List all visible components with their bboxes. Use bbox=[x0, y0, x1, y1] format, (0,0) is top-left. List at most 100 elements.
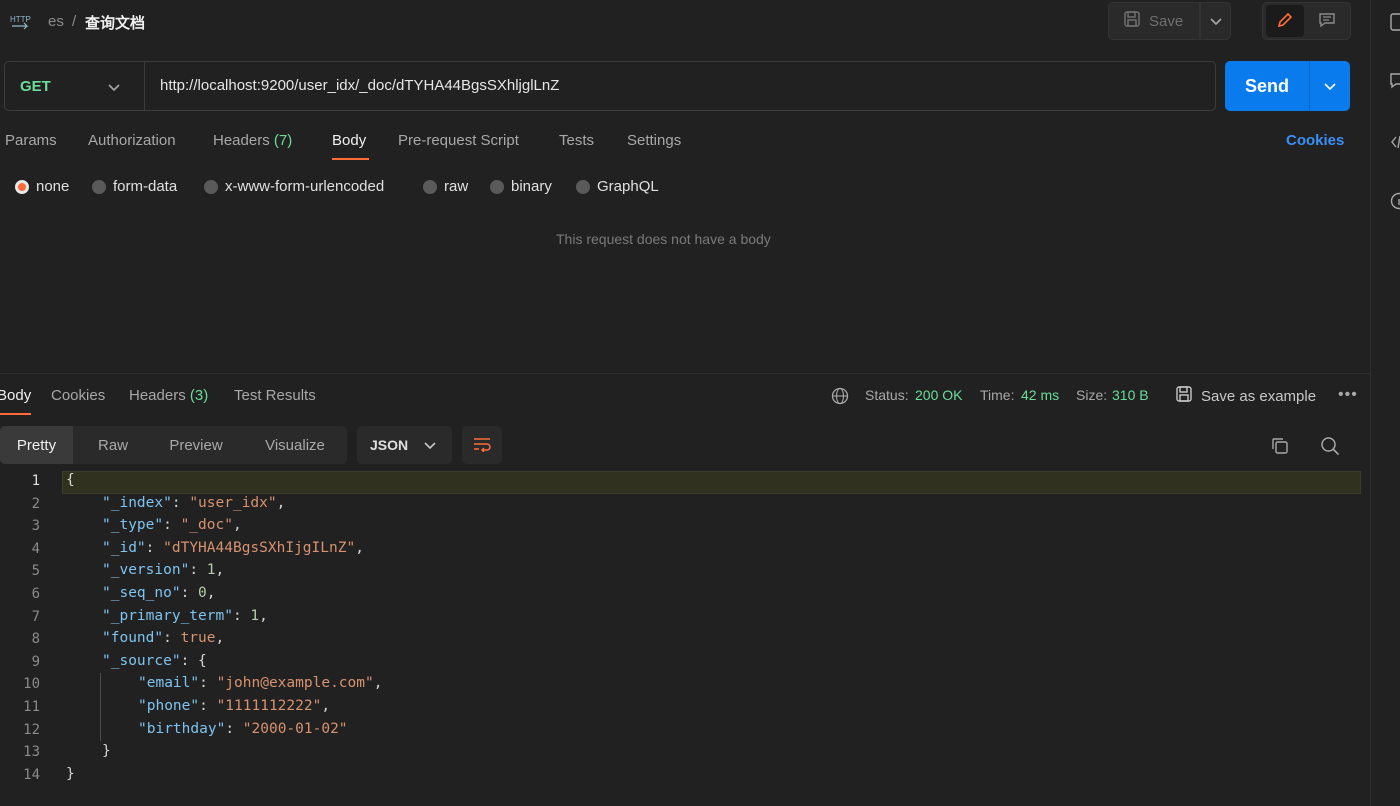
more-options-icon[interactable]: ••• bbox=[1338, 386, 1358, 404]
line-number: 8 bbox=[31, 631, 40, 648]
view-visualize-button[interactable]: Visualize bbox=[250, 426, 340, 464]
radio-raw[interactable] bbox=[423, 180, 437, 194]
json-key: "_source" bbox=[102, 652, 181, 669]
format-select[interactable]: JSON bbox=[357, 426, 452, 464]
comment-mode-button[interactable] bbox=[1308, 5, 1346, 37]
response-divider[interactable] bbox=[0, 373, 1370, 374]
tab-prerequest-script[interactable]: Pre-request Script bbox=[398, 132, 519, 149]
code-line: "_type": "_doc", bbox=[102, 517, 242, 534]
tab-settings[interactable]: Settings bbox=[627, 132, 681, 149]
http-icon: HTTP bbox=[10, 11, 32, 31]
response-tab-test-results[interactable]: Test Results bbox=[234, 387, 316, 404]
radio-raw-label[interactable]: raw bbox=[444, 178, 468, 195]
code-line: "birthday": "2000-01-02" bbox=[138, 720, 348, 737]
response-tab-headers[interactable]: Headers (3) bbox=[129, 387, 208, 404]
documentation-icon[interactable] bbox=[1390, 13, 1400, 34]
json-key: "birthday" bbox=[138, 720, 226, 737]
wrap-lines-button[interactable] bbox=[462, 426, 502, 464]
view-pretty-button[interactable]: Pretty bbox=[0, 426, 73, 464]
edit-mode-button[interactable] bbox=[1266, 5, 1304, 37]
tab-authorization[interactable]: Authorization bbox=[88, 132, 176, 149]
send-options-button[interactable] bbox=[1309, 61, 1350, 111]
json-key: "email" bbox=[138, 675, 200, 692]
chevron-down-icon[interactable] bbox=[108, 79, 120, 95]
code-line: "_seq_no": 0, bbox=[102, 585, 216, 601]
tab-tests[interactable]: Tests bbox=[559, 132, 594, 149]
json-value: "2000-01-02" bbox=[242, 720, 348, 737]
line-number: 10 bbox=[23, 676, 40, 693]
code-line: "_id": "dTYHA44BgsSXhIjgILnZ", bbox=[102, 539, 364, 556]
code-line: { bbox=[66, 472, 75, 488]
line-number: 11 bbox=[23, 699, 40, 715]
copy-icon[interactable] bbox=[1270, 436, 1290, 459]
line-number: 2 bbox=[31, 495, 40, 512]
radio-urlencoded-label[interactable]: x-www-form-urlencoded bbox=[225, 178, 384, 195]
indent-guide bbox=[100, 673, 101, 741]
top-bar: HTTP es / 查询文档 Save bbox=[0, 0, 1370, 44]
code-line: "_index": "user_idx", bbox=[102, 494, 286, 511]
globe-icon[interactable] bbox=[831, 387, 849, 408]
view-raw-button[interactable]: Raw bbox=[80, 426, 146, 464]
save-options-button[interactable] bbox=[1200, 2, 1231, 40]
json-value: true bbox=[180, 630, 216, 647]
line-number: 9 bbox=[31, 653, 40, 670]
status-value[interactable]: 200 OK bbox=[915, 387, 962, 403]
tab-headers-label: Headers bbox=[213, 132, 270, 149]
time-value[interactable]: 42 ms bbox=[1021, 387, 1059, 403]
method-select[interactable]: GET bbox=[20, 78, 51, 95]
radio-binary-label[interactable]: binary bbox=[511, 178, 552, 195]
radio-none[interactable] bbox=[15, 180, 29, 194]
json-key: "_primary_term" bbox=[102, 607, 233, 624]
json-value: 1 bbox=[250, 607, 260, 624]
line-number: 1 bbox=[31, 473, 40, 489]
info-icon[interactable] bbox=[1390, 192, 1400, 213]
json-value: "john@example.com" bbox=[216, 675, 374, 692]
line-number: 3 bbox=[31, 518, 40, 535]
view-preview-button[interactable]: Preview bbox=[152, 426, 240, 464]
save-as-example-button[interactable]: Save as example bbox=[1175, 385, 1316, 407]
radio-form-data-label[interactable]: form-data bbox=[113, 178, 177, 195]
radio-none-label[interactable]: none bbox=[36, 178, 69, 195]
chevron-down-icon bbox=[1209, 13, 1222, 29]
cookies-link[interactable]: Cookies bbox=[1286, 132, 1344, 149]
code-icon[interactable] bbox=[1390, 133, 1400, 154]
radio-form-data[interactable] bbox=[92, 180, 106, 194]
size-value[interactable]: 310 B bbox=[1112, 387, 1149, 403]
radio-binary[interactable] bbox=[490, 180, 504, 194]
json-value: "user_idx" bbox=[189, 494, 277, 511]
response-tab-body[interactable]: Body bbox=[0, 387, 31, 404]
json-value: "_doc" bbox=[180, 517, 233, 534]
breadcrumb-workspace[interactable]: es bbox=[48, 13, 64, 30]
radio-graphql[interactable] bbox=[576, 180, 590, 194]
code-line: "found": true, bbox=[102, 630, 225, 647]
radio-graphql-label[interactable]: GraphQL bbox=[597, 178, 659, 195]
line-number: 5 bbox=[31, 563, 40, 580]
right-sidebar bbox=[1370, 0, 1400, 806]
line-number: 7 bbox=[31, 608, 40, 625]
line-number: 6 bbox=[31, 586, 40, 602]
code-line: "_source": { bbox=[102, 652, 207, 669]
radio-urlencoded[interactable] bbox=[204, 180, 218, 194]
tab-params[interactable]: Params bbox=[5, 132, 57, 149]
json-key: "_type" bbox=[102, 517, 164, 534]
wrap-lines-icon bbox=[472, 436, 492, 455]
chevron-down-icon bbox=[424, 437, 436, 453]
save-label: Save bbox=[1149, 12, 1184, 30]
search-icon[interactable] bbox=[1320, 436, 1340, 459]
request-title[interactable]: 查询文档 bbox=[85, 12, 145, 33]
tab-body[interactable]: Body bbox=[332, 132, 366, 149]
json-value: 1 bbox=[206, 562, 216, 579]
chevron-down-icon bbox=[1324, 78, 1336, 94]
response-headers-count: (3) bbox=[189, 387, 209, 404]
url-input[interactable]: http://localhost:9200/user_idx/_doc/dTYH… bbox=[160, 77, 559, 94]
json-key: "_seq_no" bbox=[102, 585, 181, 601]
tab-headers[interactable]: Headers (7) bbox=[213, 132, 292, 149]
save-button[interactable]: Save bbox=[1108, 2, 1200, 40]
active-response-tab-indicator bbox=[0, 413, 31, 415]
response-tab-cookies[interactable]: Cookies bbox=[51, 387, 105, 404]
comments-icon[interactable] bbox=[1390, 72, 1400, 93]
send-button[interactable]: Send bbox=[1225, 61, 1309, 111]
json-value: "1111112222" bbox=[216, 698, 322, 714]
json-value: { bbox=[198, 652, 207, 669]
breadcrumb-separator: / bbox=[72, 13, 77, 30]
